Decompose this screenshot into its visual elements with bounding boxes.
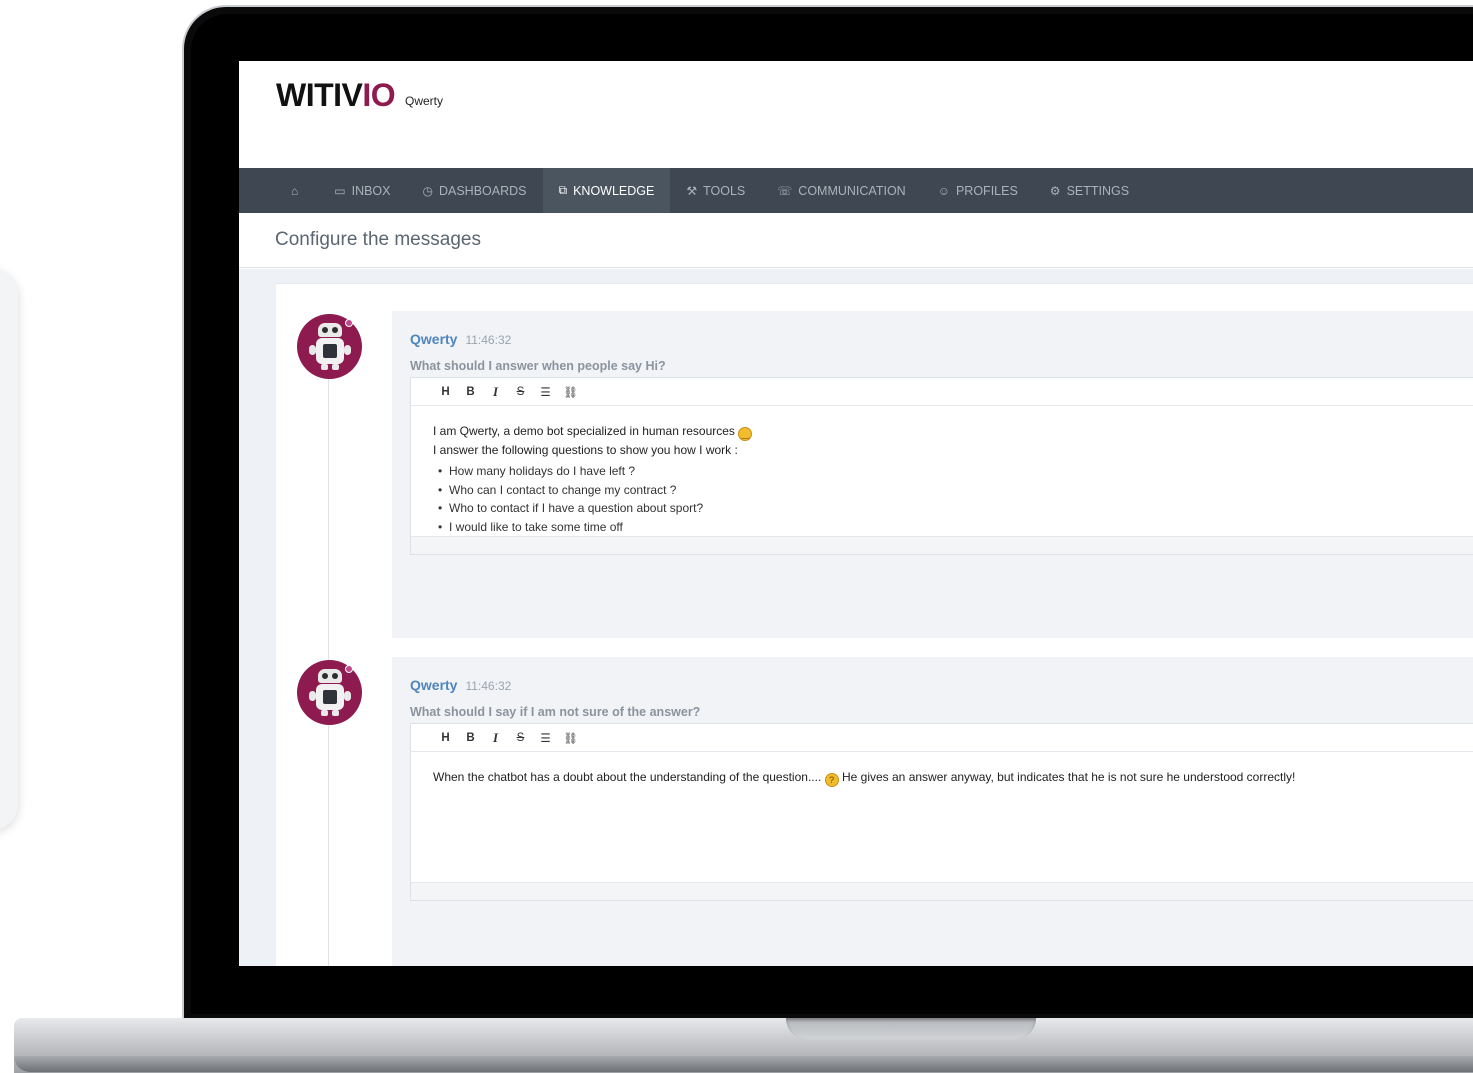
- background-panel: [0, 270, 18, 830]
- list-button[interactable]: ☰: [533, 731, 558, 745]
- nav-item-inbox[interactable]: ▭ INBOX: [318, 168, 406, 213]
- message-question: What should I say if I am not sure of th…: [410, 705, 701, 719]
- list-button[interactable]: ☰: [533, 385, 558, 399]
- main-nav: ⌂ ▭ INBOX ◷ DASHBOARDS ⧉ KNOWLEDGE ⚒ TOO…: [239, 168, 1473, 213]
- nav-item-knowledge[interactable]: ⧉ KNOWLEDGE: [542, 168, 671, 213]
- thinking-emoji-icon: ?: [824, 773, 839, 787]
- message-block: Qwerty 11:46:32 What should I say if I a…: [392, 657, 1473, 966]
- nav-item-communication[interactable]: ☏ COMMUNICATION: [761, 168, 921, 213]
- gears-icon: ⚙: [1049, 183, 1061, 198]
- app-screen: WITIVIO Qwerty ⌂ ▭ INBOX ◷ DASHBOARDS ⧉ …: [239, 61, 1473, 966]
- bold-button[interactable]: B: [458, 732, 483, 744]
- phone-icon: ☏: [777, 183, 793, 198]
- message-sender[interactable]: Qwerty: [410, 677, 457, 693]
- nav-item-profiles[interactable]: ☺ PROFILES: [922, 168, 1034, 213]
- clock-icon: ◷: [422, 183, 433, 198]
- inbox-icon: ▭: [334, 183, 346, 198]
- timeline-line: [328, 334, 329, 966]
- robot-icon: [308, 664, 353, 717]
- editor-toolbar: H B I S ☰ ⛓: [411, 724, 1473, 752]
- nav-item-label: COMMUNICATION: [798, 183, 906, 198]
- page-title: Configure the messages: [275, 229, 481, 250]
- page-title-bar: Configure the messages: [239, 213, 1473, 268]
- message-header: Qwerty 11:46:32: [410, 677, 511, 693]
- italic-button[interactable]: I: [483, 384, 508, 400]
- link-button[interactable]: ⛓: [558, 385, 583, 399]
- message-question: What should I answer when people say Hi?: [410, 359, 666, 373]
- users-icon: ☺: [937, 183, 950, 198]
- nav-item-dashboards[interactable]: ◷ DASHBOARDS: [407, 168, 543, 213]
- heading-button[interactable]: H: [433, 386, 458, 398]
- list-item: Who can I contact to change my contract …: [433, 481, 1451, 500]
- laptop-notch: [786, 1018, 1036, 1040]
- italic-button[interactable]: I: [483, 730, 508, 746]
- bot-avatar: [297, 314, 362, 379]
- editor-content[interactable]: When the chatbot has a doubt about the u…: [411, 752, 1473, 803]
- logo[interactable]: WITIVIO: [276, 77, 396, 114]
- content-area: Qwerty 11:46:32 What should I answer whe…: [239, 269, 1473, 966]
- link-button[interactable]: ⛓: [558, 731, 583, 745]
- editor-footer: [411, 536, 1473, 554]
- message-block: Qwerty 11:46:32 What should I answer whe…: [392, 311, 1473, 638]
- robot-icon: [308, 318, 353, 371]
- message-editor[interactable]: H B I S ☰ ⛓ I am Qwerty, a demo bot spec…: [410, 377, 1473, 555]
- nav-item-label: TOOLS: [703, 183, 746, 198]
- nav-item-label: KNOWLEDGE: [573, 183, 655, 198]
- bot-name: Qwerty: [405, 94, 444, 108]
- nav-item-label: DASHBOARDS: [438, 183, 527, 198]
- nav-item-tools[interactable]: ⚒ TOOLS: [670, 168, 761, 213]
- list-item: Who to contact if I have a question abou…: [433, 499, 1451, 518]
- logo-main: WITIV: [276, 77, 363, 113]
- smile-emoji-icon: ‿: [738, 427, 753, 441]
- editor-toolbar: H B I S ☰ ⛓: [411, 378, 1473, 406]
- message-time: 11:46:32: [465, 679, 512, 693]
- bot-avatar: [297, 660, 362, 725]
- laptop-base-lip: [14, 1056, 1473, 1072]
- content-line: I answer the following questions to show…: [433, 443, 738, 457]
- list-item: How many holidays do I have left ?: [433, 462, 1451, 481]
- list-item: I would like to take some time off: [433, 518, 1451, 537]
- strikethrough-button[interactable]: S: [508, 732, 533, 744]
- heading-button[interactable]: H: [433, 732, 458, 744]
- chat-bubbles-icon: ⧉: [558, 183, 568, 197]
- nav-item-label: SETTINGS: [1066, 183, 1130, 198]
- content-bullet-list: How many holidays do I have left ? Who c…: [433, 462, 1451, 536]
- nav-item-label: PROFILES: [955, 183, 1018, 198]
- message-time: 11:46:32: [465, 333, 512, 347]
- strikethrough-button[interactable]: S: [508, 386, 533, 398]
- app-header: WITIVIO Qwerty: [239, 61, 1473, 168]
- logo-accent: IO: [362, 77, 396, 113]
- bold-button[interactable]: B: [458, 386, 483, 398]
- nav-item-label: INBOX: [351, 183, 391, 198]
- nav-item-home[interactable]: ⌂: [279, 168, 318, 213]
- message-sender[interactable]: Qwerty: [410, 331, 457, 347]
- wrench-icon: ⚒: [686, 183, 698, 198]
- editor-content[interactable]: I am Qwerty, a demo bot specialized in h…: [411, 406, 1473, 552]
- message-editor[interactable]: H B I S ☰ ⛓ When the chatbot has a doubt…: [410, 723, 1473, 901]
- message-header: Qwerty 11:46:32: [410, 331, 511, 347]
- editor-footer: [411, 882, 1473, 900]
- content-line: I am Qwerty, a demo bot specialized in h…: [433, 422, 1451, 441]
- nav-item-settings[interactable]: ⚙ SETTINGS: [1034, 168, 1145, 213]
- messages-card: Qwerty 11:46:32 What should I answer whe…: [276, 283, 1473, 966]
- content-line: When the chatbot has a doubt about the u…: [433, 770, 1296, 787]
- home-icon: ⌂: [291, 183, 299, 198]
